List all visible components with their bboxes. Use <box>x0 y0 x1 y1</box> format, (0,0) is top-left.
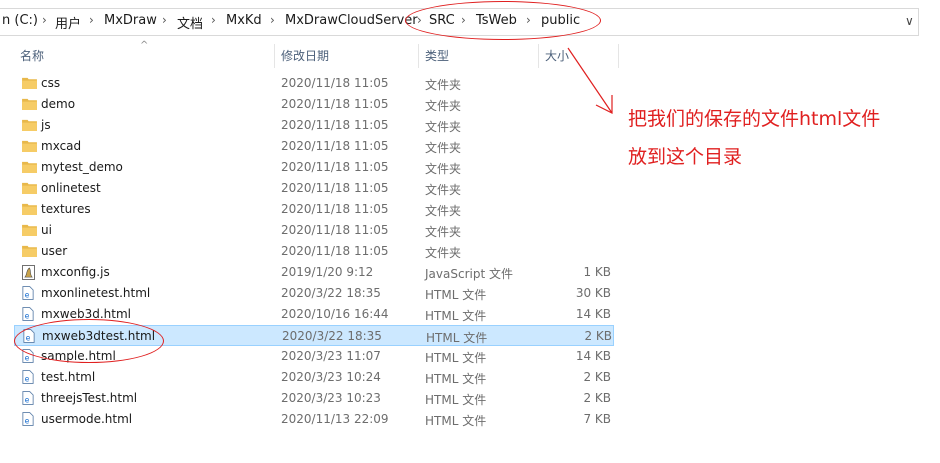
annotation-arrow <box>567 47 613 114</box>
